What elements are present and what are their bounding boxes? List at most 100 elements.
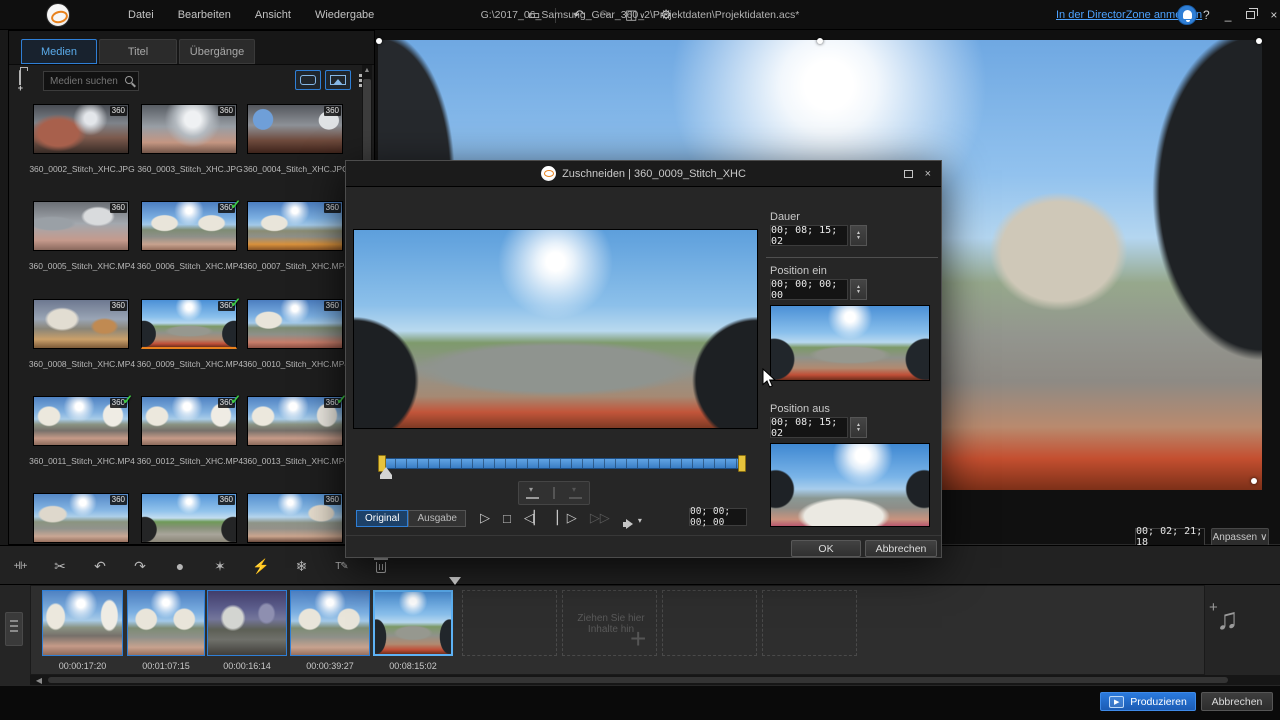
track-view-button[interactable]: ▾ — [636, 511, 642, 526]
spinner-arrows-icon[interactable]: ▲▼ — [850, 225, 867, 246]
help-button[interactable]: ? — [1203, 8, 1210, 22]
fast-forward-button[interactable]: ▷▷ — [590, 510, 610, 526]
media-thumbnail[interactable]: 360 — [247, 493, 343, 543]
duration-spinner[interactable]: 00; 08; 15; 02 ▲▼ — [770, 225, 867, 246]
trim-preview-video[interactable] — [353, 229, 758, 429]
dialog-cancel-button[interactable]: Abbrechen — [865, 540, 937, 557]
timeline-playhead[interactable] — [449, 577, 461, 585]
media-thumbnail[interactable]: 360 — [33, 201, 129, 251]
trim-track[interactable] — [384, 458, 740, 469]
media-thumbnail[interactable]: 360 — [33, 493, 129, 543]
badge-360: 360 — [218, 106, 235, 116]
blur-tool-icon[interactable]: ● — [172, 558, 188, 574]
media-thumbnail[interactable]: 360 — [141, 493, 237, 543]
scroll-left-icon[interactable]: ◀ — [32, 675, 46, 685]
media-thumbnail[interactable]: 360✓ — [141, 396, 237, 446]
effects-icon[interactable]: ❄ — [293, 558, 309, 575]
duration-label: Dauer — [770, 211, 800, 223]
output-toggle-button[interactable]: Ausgabe — [408, 510, 465, 527]
add-music-icon[interactable]: +♫ — [1216, 603, 1239, 637]
scroll-up-icon[interactable]: ▲ — [362, 67, 372, 74]
close-button[interactable]: × — [1270, 8, 1277, 22]
clip-duration-label: 00:01:07:15 — [127, 661, 205, 671]
title-text-icon[interactable]: T✎ — [333, 561, 349, 572]
mark-in-button[interactable] — [526, 488, 539, 499]
timeline-clip[interactable] — [127, 590, 205, 656]
media-thumbnail[interactable]: 360✓ — [141, 299, 237, 349]
menu-ansicht[interactable]: Ansicht — [255, 9, 291, 21]
mark-out-button[interactable] — [569, 488, 582, 499]
delete-icon[interactable] — [373, 559, 389, 573]
ok-button[interactable]: OK — [791, 540, 861, 557]
timeline-clip[interactable] — [373, 590, 453, 656]
produce-button[interactable]: ▶ Produzieren — [1100, 692, 1196, 711]
menu-bearbeiten[interactable]: Bearbeiten — [178, 9, 231, 21]
handle-dot[interactable] — [1256, 38, 1262, 44]
play-button[interactable]: ▷ — [480, 510, 490, 526]
spinner-arrows-icon[interactable]: ▲▼ — [850, 279, 867, 300]
spinner-arrows-icon[interactable]: ▲▼ — [850, 417, 867, 438]
media-thumbnail[interactable]: 360 — [247, 299, 343, 349]
media-thumbnail[interactable]: 360 — [247, 201, 343, 251]
media-filename: 360_0010_Stitch_XHC.MP4 — [241, 359, 351, 369]
dialog-maximize-button[interactable] — [904, 170, 913, 178]
tab-uebergaenge[interactable]: Übergänge — [179, 39, 255, 64]
timeline-clip[interactable] — [290, 590, 370, 656]
dropzone[interactable] — [762, 590, 857, 656]
dialog-title-bar: Zuschneiden | 360_0009_Stitch_XHC — [346, 161, 941, 187]
produce-icon: ▶ — [1109, 696, 1124, 708]
media-thumbnail[interactable]: 360 — [141, 104, 237, 154]
notification-bell-icon[interactable] — [1177, 5, 1197, 25]
dropzone[interactable] — [462, 590, 557, 656]
handle-dot[interactable] — [1251, 478, 1257, 484]
tab-medien[interactable]: Medien — [21, 39, 97, 64]
media-thumbnail[interactable]: 360✓ — [33, 396, 129, 446]
video-filter-button[interactable] — [295, 70, 321, 90]
search-input[interactable] — [44, 72, 138, 90]
media-thumbnail[interactable]: 360 — [33, 104, 129, 154]
media-thumbnail[interactable]: 360 — [33, 299, 129, 349]
media-thumbnail[interactable]: 360✓ — [141, 201, 237, 251]
menu-wiedergabe[interactable]: Wiedergabe — [315, 9, 374, 21]
trim-playhead[interactable] — [380, 467, 392, 475]
mouse-cursor — [762, 368, 777, 389]
magic-fix-icon[interactable]: ✶ — [212, 558, 228, 575]
range-select-icon[interactable]: +‖+ — [12, 561, 28, 572]
title-bar: DateiBearbeitenAnsichtWiedergabe ▭↶↷◫∨⚙ … — [0, 0, 1280, 30]
rotate-right-icon[interactable]: ↷ — [132, 558, 148, 575]
photo-icon — [330, 75, 346, 85]
restore-button[interactable] — [1246, 11, 1255, 19]
dialog-close-button[interactable]: × — [925, 168, 931, 180]
tab-titel[interactable]: Titel — [99, 39, 177, 64]
zoom-fit-dropdown[interactable]: Anpassen∨ — [1211, 528, 1269, 546]
timeline-clip[interactable] — [207, 590, 287, 656]
position-in-label: Position ein — [770, 265, 827, 277]
motion-effect-icon[interactable]: ⚡ — [252, 558, 269, 575]
timeline-clip[interactable] — [42, 590, 123, 656]
media-search-box[interactable] — [43, 71, 139, 91]
media-thumbnail[interactable]: 360 — [247, 104, 343, 154]
photo-filter-button[interactable] — [325, 70, 351, 90]
trim-end-handle[interactable] — [738, 455, 746, 472]
track-header-icon[interactable] — [5, 612, 23, 646]
timeline-scrollbar[interactable]: ◀ — [30, 675, 1280, 685]
dropzone[interactable] — [662, 590, 757, 656]
split-scissors-icon[interactable]: ✂ — [52, 558, 68, 575]
handle-dot[interactable] — [817, 38, 823, 44]
handle-dot[interactable] — [376, 38, 382, 44]
next-frame-button[interactable]: ▏▷ — [557, 510, 577, 526]
original-toggle-button[interactable]: Original — [356, 510, 408, 527]
menu-datei[interactable]: Datei — [128, 9, 154, 21]
scrollbar-thumb[interactable] — [48, 677, 1228, 683]
media-thumbnail[interactable]: 360✓ — [247, 396, 343, 446]
footer-cancel-button[interactable]: Abbrechen — [1201, 692, 1273, 711]
position-out-spinner[interactable]: 00; 08; 15; 02 ▲▼ — [770, 417, 867, 438]
rotate-left-icon[interactable]: ↶ — [92, 558, 108, 575]
stop-button[interactable]: □ — [503, 511, 511, 526]
clip-duration-label: 00:00:39:27 — [290, 661, 370, 671]
position-in-spinner[interactable]: 00; 00; 00; 00 ▲▼ — [770, 279, 867, 300]
mark-position-button[interactable] — [553, 487, 555, 499]
previous-frame-button[interactable]: ◁▏ — [524, 510, 544, 526]
minimize-button[interactable]: _ — [1225, 8, 1232, 22]
import-media-icon[interactable] — [19, 70, 21, 89]
